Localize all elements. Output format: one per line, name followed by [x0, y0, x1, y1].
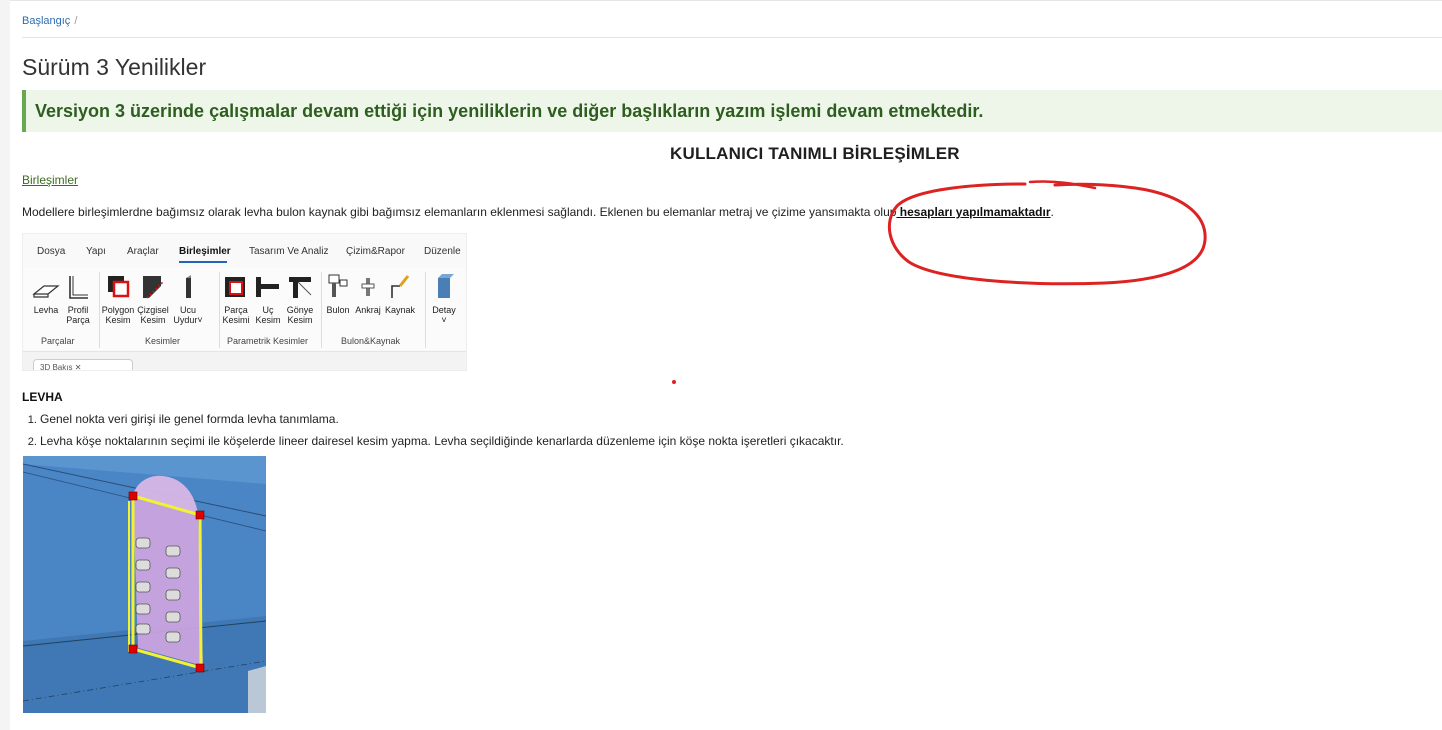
tab-dosya[interactable]: Dosya	[37, 246, 65, 257]
detail-icon	[438, 274, 454, 298]
active-tab-indicator	[179, 261, 227, 263]
parca-label-2: Kesimi	[222, 315, 250, 325]
line-cut-icon	[143, 276, 164, 299]
notice-box: Versiyon 3 üzerinde çalışmalar devam ett…	[22, 90, 1442, 132]
ribbon-footer: 3D Bakış ✕	[23, 351, 466, 371]
part-cut-icon	[225, 277, 245, 297]
ucu-label-1: Ucu	[179, 305, 196, 315]
weld-icon	[391, 275, 410, 298]
levha-list: Genel nokta veri girişi ile genel formda…	[22, 404, 844, 448]
profil-label-2: Parça	[66, 315, 90, 325]
birlesimler-link[interactable]: Birleşimler	[22, 173, 78, 187]
ribbon-body: Levha Profil Parça Polygon Kesim Çizgisel K…	[23, 268, 466, 350]
bolt-icon	[328, 274, 348, 297]
chevron-down-icon[interactable]: ˅	[197, 315, 202, 325]
list-item: Levha köşe noktalarının seçimi ile köşel…	[40, 426, 844, 448]
section-heading: KULLANICI TANIMLI BİRLEŞİMLER	[670, 144, 960, 163]
tab-cizim-rapor[interactable]: Çizim&Rapor	[346, 246, 405, 257]
polygon-cut-icon	[108, 276, 130, 298]
ankraj-button[interactable]: Ankraj	[351, 272, 385, 315]
breadcrumb: Başlangıç /	[22, 15, 77, 27]
group-label-bulon-kaynak: Bulon&Kaynak	[341, 336, 401, 346]
detay-label: Detay	[432, 305, 456, 315]
gonye-kesim-button[interactable]: Gönye Kesim	[283, 272, 317, 325]
gonye-label-2: Kesim	[287, 315, 313, 325]
tab-duzenle[interactable]: Düzenle	[424, 246, 461, 257]
bulon-label: Bulon	[326, 305, 350, 315]
gonye-label-1: Gönye	[286, 305, 314, 315]
cizgisel-kesim-button[interactable]: Çizgisel Kesim	[136, 272, 170, 325]
group-label-parcalar: Parçalar	[41, 336, 75, 346]
uc-label-2: Kesim	[255, 315, 281, 325]
ankraj-label: Ankraj	[355, 305, 381, 315]
chevron-down-icon[interactable]: ˅	[441, 315, 446, 325]
group-label-kesimler: Kesimler	[145, 336, 181, 346]
tab-birlesimler[interactable]: Birleşimler	[179, 246, 231, 257]
bulon-button[interactable]: Bulon	[321, 272, 355, 315]
anchor-icon	[361, 278, 375, 296]
left-gutter	[0, 0, 10, 730]
list-item: Genel nokta veri girişi ile genel formda…	[40, 404, 844, 426]
kaynak-label: Kaynak	[384, 305, 416, 315]
group-separator	[425, 272, 426, 348]
detay-button[interactable]: Detay ˅	[427, 272, 461, 325]
miter-cut-icon	[289, 277, 312, 298]
intro-text: Modellere birleşimlerdne bağımsız olarak…	[22, 205, 897, 219]
profil-parca-button[interactable]: Profil Parça	[61, 272, 95, 325]
levha-label: Levha	[33, 305, 59, 315]
profil-label-1: Profil	[67, 305, 89, 315]
page-content: Başlangıç / Sürüm 3 Yenilikler Versiyon 3…	[10, 0, 1442, 730]
red-dot	[672, 380, 676, 384]
plate-illustration	[23, 456, 266, 713]
ribbon-screenshot: Dosya Yapı Araçlar Birleşimler Tasarım V…	[22, 233, 467, 371]
end-fit-icon	[186, 275, 191, 298]
group-separator	[99, 272, 100, 348]
polygon-kesim-button[interactable]: Polygon Kesim	[101, 272, 135, 325]
polygon-label-2: Kesim	[105, 315, 131, 325]
ucu-label-2: Uydur	[173, 315, 198, 325]
tab-araclar[interactable]: Araçlar	[127, 246, 159, 257]
levha-heading: LEVHA	[22, 390, 63, 404]
view-pill-label: 3D Bakış	[40, 363, 73, 371]
end-cut-icon	[256, 277, 279, 297]
levha-button[interactable]: Levha	[29, 272, 63, 315]
cizgisel-label-2: Kesim	[140, 315, 166, 325]
breadcrumb-separator: /	[74, 15, 78, 27]
plate-icon	[32, 285, 60, 298]
page-title: Sürüm 3 Yenilikler	[22, 54, 207, 80]
cizgisel-label-1: Çizgisel	[137, 305, 169, 315]
polygon-label-1: Polygon	[101, 305, 135, 315]
uc-label-1: Uç	[262, 305, 274, 315]
ucu-uydur-button[interactable]: Ucu Uydur˅	[171, 272, 205, 325]
red-annotation-circle	[887, 180, 1207, 286]
view-pill[interactable]: 3D Bakış ✕	[33, 359, 133, 371]
tab-yapi[interactable]: Yapı	[86, 246, 106, 257]
uc-kesim-button[interactable]: Uç Kesim	[251, 272, 285, 325]
breadcrumb-home-link[interactable]: Başlangıç	[22, 15, 70, 27]
ribbon-tab-bar: Dosya Yapı Araçlar Birleşimler Tasarım V…	[23, 234, 466, 268]
group-label-parametrik: Parametrik Kesimler	[227, 336, 309, 346]
parca-kesimi-button[interactable]: Parça Kesimi	[219, 272, 253, 325]
parca-label-1: Parça	[224, 305, 248, 315]
tab-tasarim-ve-analiz[interactable]: Tasarım Ve Analiz	[249, 246, 328, 257]
kaynak-button[interactable]: Kaynak	[383, 272, 417, 315]
breadcrumb-divider	[22, 37, 1442, 38]
profile-angle-icon	[69, 276, 88, 299]
notice-text: Versiyon 3 üzerinde çalışmalar devam ett…	[35, 101, 984, 121]
